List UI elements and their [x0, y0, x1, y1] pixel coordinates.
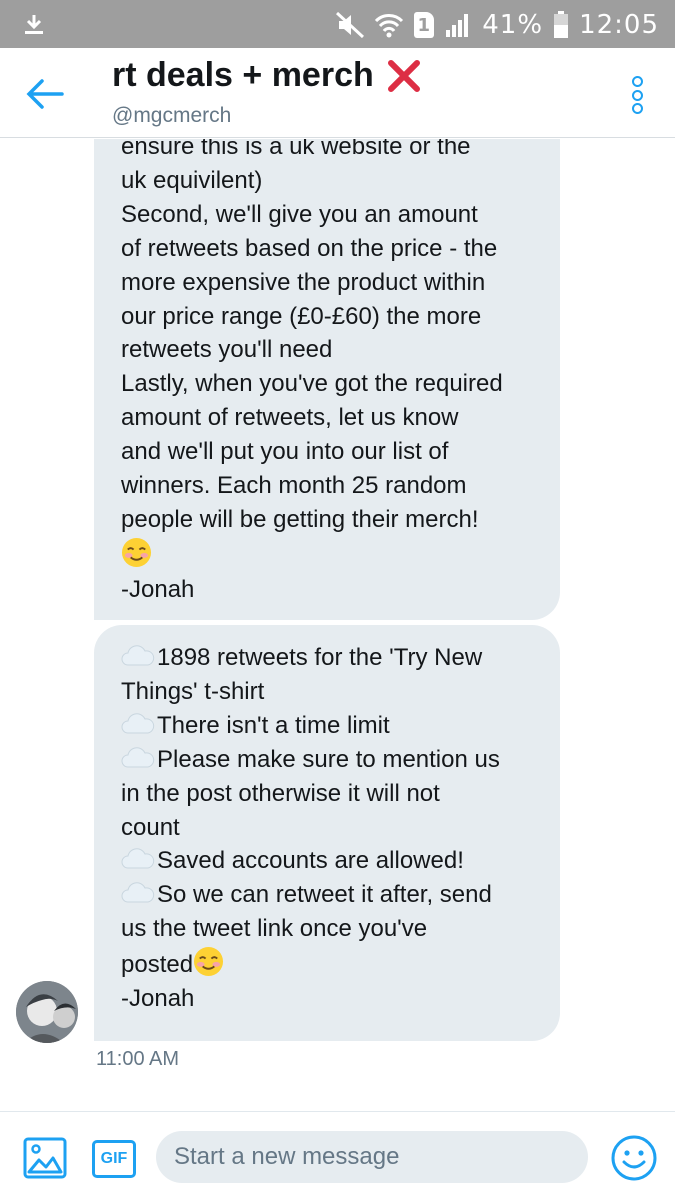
message-line: and we'll put you into our list of: [121, 438, 449, 466]
mute-icon: [336, 12, 365, 38]
title-text: rt deals + merch: [112, 56, 374, 94]
status-time: 12:05: [579, 10, 659, 40]
message-timestamp: 11:00 AM: [96, 1048, 180, 1070]
gif-button[interactable]: GIF: [92, 1140, 136, 1178]
message-line: -Jonah: [121, 985, 195, 1013]
message-line: Please make sure to mention us: [121, 743, 546, 777]
cloud-icon: [121, 848, 155, 869]
message-thread: ensure this is a uk website or the uk eq…: [0, 139, 675, 1111]
battery-icon: [554, 11, 569, 38]
message-line: people will be getting their merch!: [121, 505, 479, 533]
conversation-handle: @mgcmerch: [112, 104, 232, 127]
message-line: -Jonah: [121, 575, 195, 603]
cross-mark-icon: [387, 59, 420, 92]
cloud-icon: [121, 713, 155, 734]
message-line: count: [121, 813, 180, 841]
message-line: us the tweet link once you've: [121, 915, 428, 943]
message-line: So we can retweet it after, send: [121, 878, 546, 912]
dot-icon: [631, 76, 643, 87]
conversation-header: rt deals + merch @mgcmerch: [0, 48, 675, 138]
message-line: our price range (£0-£60) the more: [121, 302, 482, 330]
message-line: uk equivilent): [121, 166, 263, 194]
message-input[interactable]: [156, 1131, 588, 1183]
message-line: Second, we'll give you an amount: [121, 200, 478, 228]
message-line: There isn't a time limit: [121, 709, 546, 743]
message-line: posted: [121, 946, 546, 982]
message-line: retweets you'll need: [121, 336, 333, 364]
smiling-face-icon: [121, 537, 152, 567]
sim-slot-badge: 1: [414, 12, 435, 38]
message-line: winners. Each month 25 random: [121, 472, 467, 500]
message-line: more expensive the product within: [121, 268, 486, 296]
cloud-icon: [121, 645, 155, 666]
overflow-menu-button[interactable]: [629, 76, 645, 114]
back-arrow-icon[interactable]: [22, 76, 66, 112]
message-bubble[interactable]: 1898 retweets for the 'Try New Things' t…: [94, 625, 560, 1041]
avatar[interactable]: [16, 981, 78, 1043]
message-composer: GIF: [0, 1111, 675, 1200]
message-line: Lastly, when you've got the required: [121, 370, 503, 398]
dot-icon: [631, 89, 643, 101]
battery-percent: 41%: [482, 10, 544, 40]
message-line: in the post otherwise it will not: [121, 779, 440, 807]
dot-icon: [631, 103, 643, 114]
emoji-icon[interactable]: [610, 1134, 658, 1182]
download-icon: [25, 15, 43, 34]
status-bar: 1 41% 12:05: [0, 0, 675, 48]
conversation-title: rt deals + merch: [112, 56, 422, 95]
message-line: ensure this is a uk website or the: [121, 139, 471, 160]
signal-icon: [446, 14, 469, 37]
message-line: Things' t-shirt: [121, 677, 265, 705]
image-icon[interactable]: [22, 1136, 68, 1180]
smiling-face-icon: [194, 947, 224, 977]
cloud-icon: [121, 882, 155, 903]
wifi-icon: [375, 14, 404, 38]
message-line: 1898 retweets for the 'Try New: [121, 641, 546, 675]
cloud-icon: [121, 747, 155, 768]
message-line: [121, 537, 546, 573]
message-line: of retweets based on the price - the: [121, 234, 498, 262]
message-line: amount of retweets, let us know: [121, 404, 459, 432]
avatar-photo: [16, 981, 78, 1043]
message-bubble[interactable]: ensure this is a uk website or the uk eq…: [94, 139, 560, 620]
message-line: Saved accounts are allowed!: [121, 844, 546, 878]
